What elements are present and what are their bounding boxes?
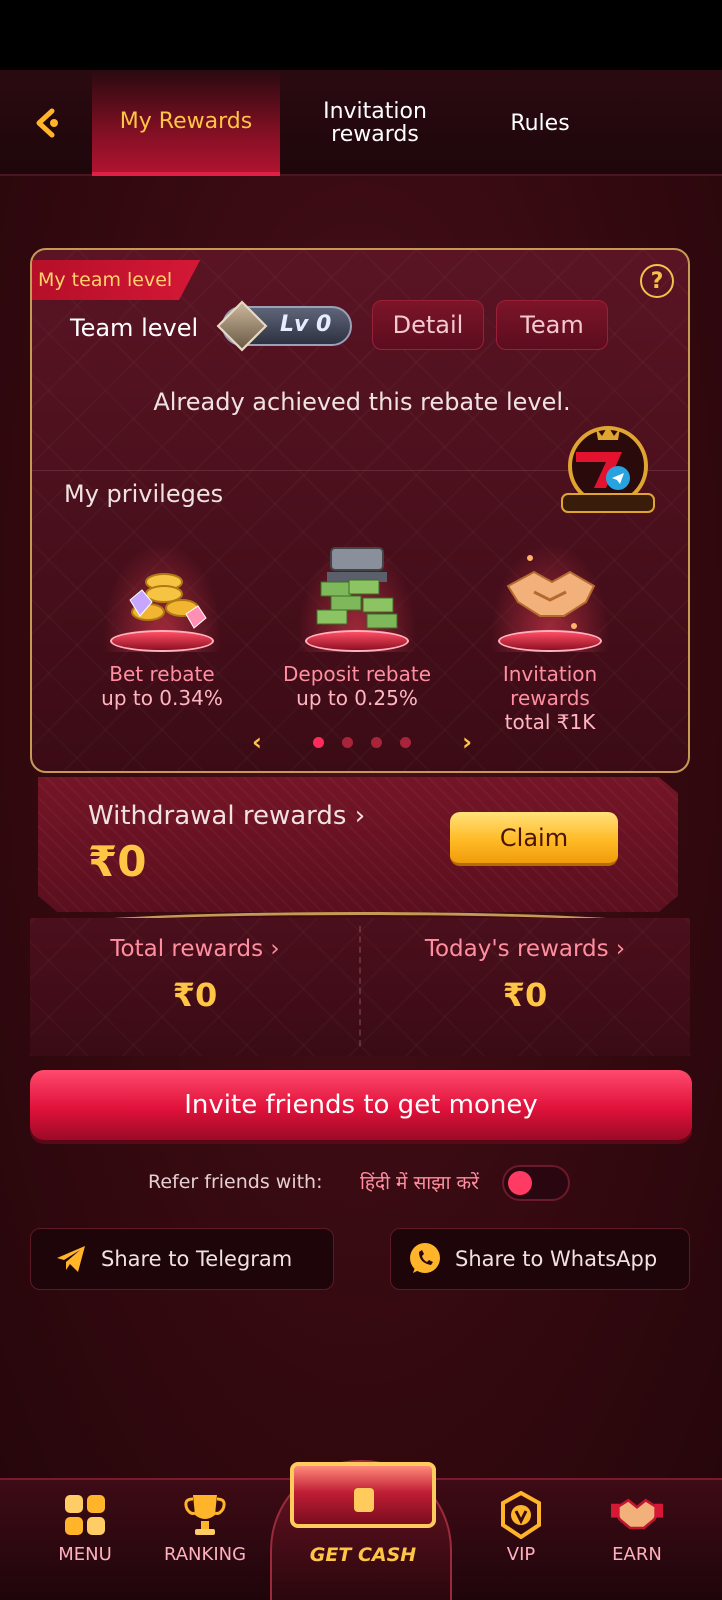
privilege-bet-rebate: Bet rebate up to 0.34% <box>72 542 252 710</box>
total-rewards-label: Total rewards › <box>110 936 280 962</box>
tab-my-rewards[interactable]: My Rewards <box>92 70 280 176</box>
privilege-name: Deposit rebate <box>283 662 431 686</box>
privilege-name: Bet rebate <box>109 662 215 686</box>
refer-hindi-label: हिंदी में साझा करें <box>360 1172 479 1194</box>
privileges-pager: ‹ › <box>252 728 472 756</box>
back-button[interactable] <box>22 100 72 146</box>
nav-earn-label: EARN <box>612 1544 662 1565</box>
treasure-chest-icon <box>290 1462 436 1528</box>
pager-dot[interactable] <box>313 736 324 748</box>
tab-rules[interactable]: Rules <box>470 70 610 176</box>
refer-label: Refer friends with: <box>148 1171 323 1193</box>
withdrawal-rewards-card: Withdrawal rewards › ₹0 Claim <box>38 777 678 912</box>
team-button[interactable]: Team <box>496 300 608 350</box>
todays-rewards-value: ₹0 <box>502 976 548 1014</box>
team-level-label: Team level <box>70 314 199 342</box>
menu-grid-icon <box>59 1490 111 1540</box>
withdrawal-amount: ₹0 <box>88 837 147 886</box>
nav-earn[interactable]: EARN <box>582 1490 692 1565</box>
nav-menu[interactable]: MENU <box>30 1490 140 1565</box>
trophy-icon <box>179 1490 231 1540</box>
team-level-ribbon: My team level <box>32 260 201 300</box>
toggle-knob <box>508 1171 532 1195</box>
level-badge-text: Lv 0 <box>280 312 332 337</box>
privilege-name: Invitation rewards <box>502 662 598 710</box>
pager-dots <box>313 736 411 748</box>
detail-button[interactable]: Detail <box>372 300 484 350</box>
pager-dot[interactable] <box>371 736 382 748</box>
privilege-value: up to 0.34% <box>101 686 223 710</box>
privilege-invitation-rewards: Invitation rewards total ₹1K <box>460 542 640 734</box>
vip-shield-icon <box>495 1490 547 1540</box>
share-whatsapp-button[interactable]: Share to WhatsApp <box>390 1228 690 1290</box>
todays-rewards[interactable]: Today's rewards › ₹0 <box>360 936 690 1014</box>
telegram-icon <box>53 1241 89 1277</box>
claim-button[interactable]: Claim <box>450 812 618 866</box>
achieved-message: Already achieved this rebate level. <box>153 388 571 416</box>
invite-friends-button[interactable]: Invite friends to get money <box>30 1070 692 1140</box>
nav-vip[interactable]: VIP <box>466 1490 576 1565</box>
hindi-share-toggle[interactable] <box>502 1165 570 1201</box>
team-level-card: My team level ? Team level Lv 0 Detail T… <box>30 248 690 773</box>
privilege-value: total ₹1K <box>504 710 596 734</box>
help-icon[interactable]: ? <box>640 264 674 298</box>
privilege-value: up to 0.25% <box>296 686 418 710</box>
todays-rewards-label: Today's rewards › <box>424 936 626 962</box>
privileges-title: My privileges <box>64 480 224 508</box>
tab-invitation-rewards[interactable]: Invitation rewards <box>300 70 450 176</box>
nav-get-cash[interactable]: GET CASH <box>270 1460 452 1600</box>
share-telegram-label: Share to Telegram <box>101 1247 293 1271</box>
coins-gems-icon <box>102 542 222 652</box>
share-telegram-button[interactable]: Share to Telegram <box>30 1228 334 1290</box>
chevron-left-icon <box>36 108 58 138</box>
nav-ranking-label: RANKING <box>163 1544 247 1565</box>
level-badge: Lv 0 <box>216 300 352 352</box>
telegram-logo-icon[interactable] <box>556 422 660 518</box>
level-gem-icon <box>216 300 268 352</box>
nav-ranking[interactable]: RANKING <box>150 1490 260 1565</box>
handshake-icon <box>490 542 610 652</box>
nav-menu-label: MENU <box>58 1544 112 1565</box>
top-header: My Rewards Invitation rewards Rules <box>0 70 722 176</box>
handshake-earn-icon <box>611 1490 663 1540</box>
rewards-screen: My Rewards Invitation rewards Rules My t… <box>0 70 722 1600</box>
pager-prev-icon[interactable]: ‹ <box>252 728 262 756</box>
nav-vip-label: VIP <box>506 1544 536 1565</box>
total-rewards-value: ₹0 <box>172 976 218 1014</box>
refer-language-row: Refer friends with: हिंदी में साझा करें <box>0 1165 722 1201</box>
whatsapp-icon <box>407 1241 443 1277</box>
withdrawal-rewards-link[interactable]: Withdrawal rewards › <box>88 801 365 831</box>
nav-get-cash-label: GET CASH <box>309 1544 417 1566</box>
rewards-totals: Total rewards › ₹0 Today's rewards › ₹0 <box>30 918 690 1056</box>
pager-next-icon[interactable]: › <box>462 728 472 756</box>
share-whatsapp-label: Share to WhatsApp <box>455 1247 658 1271</box>
privilege-deposit-rebate: Deposit rebate up to 0.25% <box>267 542 447 710</box>
pager-dot[interactable] <box>342 736 353 748</box>
cash-chest-icon <box>297 542 417 652</box>
pager-dot[interactable] <box>400 736 411 748</box>
bottom-nav: MENU RANKING GET CASH VIP EARN <box>0 1460 722 1600</box>
total-rewards[interactable]: Total rewards › ₹0 <box>30 936 360 1014</box>
